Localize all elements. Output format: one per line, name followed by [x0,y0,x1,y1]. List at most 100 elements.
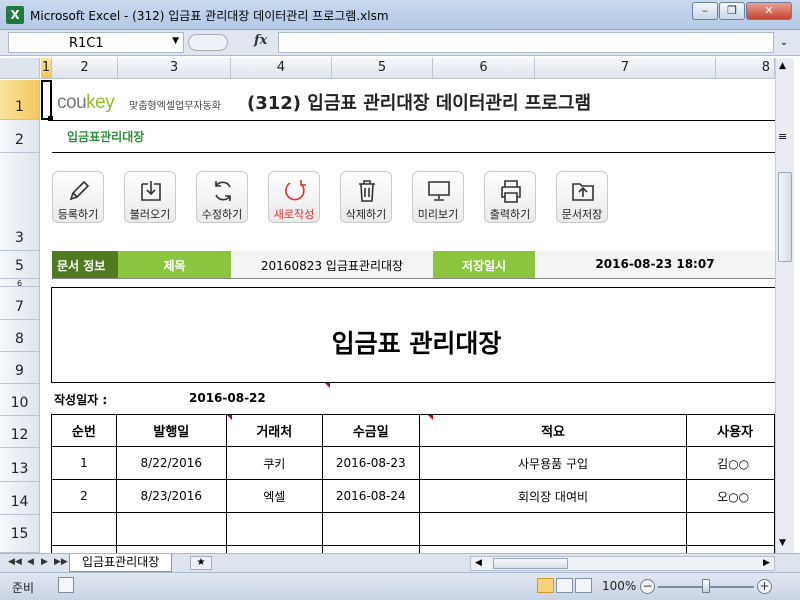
zoom-level[interactable]: 100% [602,579,636,593]
insert-function-icon[interactable]: fx [254,33,267,48]
comment-indicator[interactable] [428,415,433,420]
column-header[interactable]: 6 [433,58,535,79]
table-cell[interactable] [686,512,775,546]
zoom-slider-thumb[interactable] [702,579,710,593]
table-row[interactable] [51,545,775,553]
table-cell[interactable]: 오○○ [686,479,775,513]
page-layout-view-button[interactable] [556,578,573,593]
title-value[interactable]: 20160823 입금표관리대장 [231,251,433,278]
column-header[interactable]: 3 [118,58,231,79]
formula-input[interactable] [278,32,774,53]
sheet-tab-active[interactable]: 입금표관리대장 [69,554,173,572]
window-title: Microsoft Excel - (312) 입금표 관리대장 데이터관리 프… [30,9,389,23]
date-value[interactable]: 2016-08-22 [189,391,266,405]
scroll-up-icon[interactable]: ▲ [779,61,786,71]
table-cell[interactable] [418,545,688,553]
zoom-in-button[interactable]: + [757,579,772,594]
brand-logo: coukey [57,92,115,113]
table-cell[interactable] [51,512,117,546]
close-button[interactable]: ✕ [746,2,792,20]
divider [52,152,775,153]
column-header[interactable]: 8 [716,58,775,79]
table-cell[interactable]: 회의장 대여비 [418,479,688,513]
prev-sheet-icon[interactable]: ◀ [27,557,34,567]
page-break-view-button[interactable] [575,578,592,593]
row-header[interactable]: 12 [0,416,40,448]
table-cell[interactable]: 엑셀 [225,479,323,513]
row-header[interactable]: 7 [0,287,40,320]
scroll-left-icon[interactable]: ◀ [475,558,482,568]
table-cell[interactable] [51,545,117,553]
table-cell[interactable] [115,545,227,553]
last-sheet-icon[interactable]: ▶▶ [54,557,68,567]
saved-value[interactable]: 2016-08-23 18:07 [535,251,775,278]
insert-sheet-icon[interactable]: ★ [190,556,212,570]
row-header[interactable]: 13 [0,448,40,482]
restore-button[interactable]: ❐ [719,2,745,20]
column-header[interactable]: 1 [41,58,52,79]
table-cell[interactable]: 2016-08-24 [321,479,420,513]
table-cell[interactable] [418,512,688,546]
row-header[interactable]: 2 [0,120,40,153]
macro-record-icon[interactable] [58,577,74,593]
delete-label: 삭제하기 [345,208,387,221]
table-cell[interactable]: 1 [51,446,117,480]
table-row[interactable]: 1 8/22/2016 쿠키 2016-08-23 사무용품 구입 김○○ [51,446,775,480]
worksheet[interactable]: coukey 맞춤형엑셀업무자동화 (312) 입금표 관리대장 데이터관리 프… [41,80,775,553]
row-header[interactable]: 15 [0,515,40,553]
table-row[interactable] [51,512,775,546]
normal-view-button[interactable] [537,578,554,593]
select-all-corner[interactable] [0,58,40,79]
name-box[interactable]: R1C1 ▼ [8,32,184,53]
scroll-down-icon[interactable]: ▼ [779,538,786,548]
print-label: 출력하기 [489,208,531,221]
horizontal-scroll-thumb[interactable] [493,558,568,569]
scroll-right-icon[interactable]: ▶ [763,558,770,568]
comment-indicator[interactable] [227,415,232,420]
new-doc-icon [285,180,306,201]
table-cell[interactable] [115,512,227,546]
first-sheet-icon[interactable]: ◀◀ [8,557,22,567]
divider [52,278,775,279]
comment-indicator[interactable] [325,383,330,388]
excel-app-icon[interactable]: X [6,6,24,24]
row-header[interactable]: 10 [0,384,40,416]
column-header[interactable]: 5 [332,58,433,79]
zoom-out-button[interactable]: − [640,579,655,594]
row-header[interactable]: 8 [0,320,40,352]
row-header[interactable]: 5 [0,251,40,279]
title-label: 제목 [118,251,231,278]
table-cell[interactable] [225,545,323,553]
active-cell[interactable] [41,80,52,120]
row-header[interactable]: 14 [0,482,40,515]
table-cell[interactable]: 쿠키 [225,446,323,480]
table-cell[interactable]: 2 [51,479,117,513]
refresh-icon [215,181,231,201]
chevron-down-icon[interactable]: ▼ [172,36,179,46]
column-header[interactable]: 7 [535,58,716,79]
column-header[interactable]: 2 [52,58,118,79]
table-cell[interactable]: 2016-08-23 [321,446,420,480]
horizontal-scrollbar[interactable]: ◀ ▶ [470,556,775,571]
row-header[interactable]: 9 [0,352,40,384]
table-row[interactable]: 2 8/23/2016 엑셀 2016-08-24 회의장 대여비 오○○ [51,479,775,513]
row-header[interactable]: 3 [0,153,40,251]
row-header[interactable]: 1 [0,80,40,120]
row-header[interactable]: 6 [0,279,40,288]
expand-formula-bar-icon[interactable]: ⌄ [776,32,792,53]
save-document-label: 문서저장 [561,208,603,221]
table-cell[interactable]: 8/22/2016 [115,446,227,480]
table-cell[interactable] [686,545,775,553]
table-cell[interactable]: 사무용품 구입 [418,446,688,480]
next-sheet-icon[interactable]: ▶ [41,557,48,567]
table-cell[interactable]: 8/23/2016 [115,479,227,513]
split-handle-icon[interactable]: ≡ [778,130,787,143]
table-cell[interactable] [225,512,323,546]
vertical-scroll-thumb[interactable] [778,172,792,262]
table-cell[interactable] [321,512,420,546]
table-cell[interactable] [321,545,420,553]
vertical-scrollbar[interactable]: ▲ ≡ ▼ [775,58,794,553]
minimize-button[interactable]: – [692,2,718,20]
table-cell[interactable]: 김○○ [686,446,775,480]
column-header[interactable]: 4 [231,58,332,79]
